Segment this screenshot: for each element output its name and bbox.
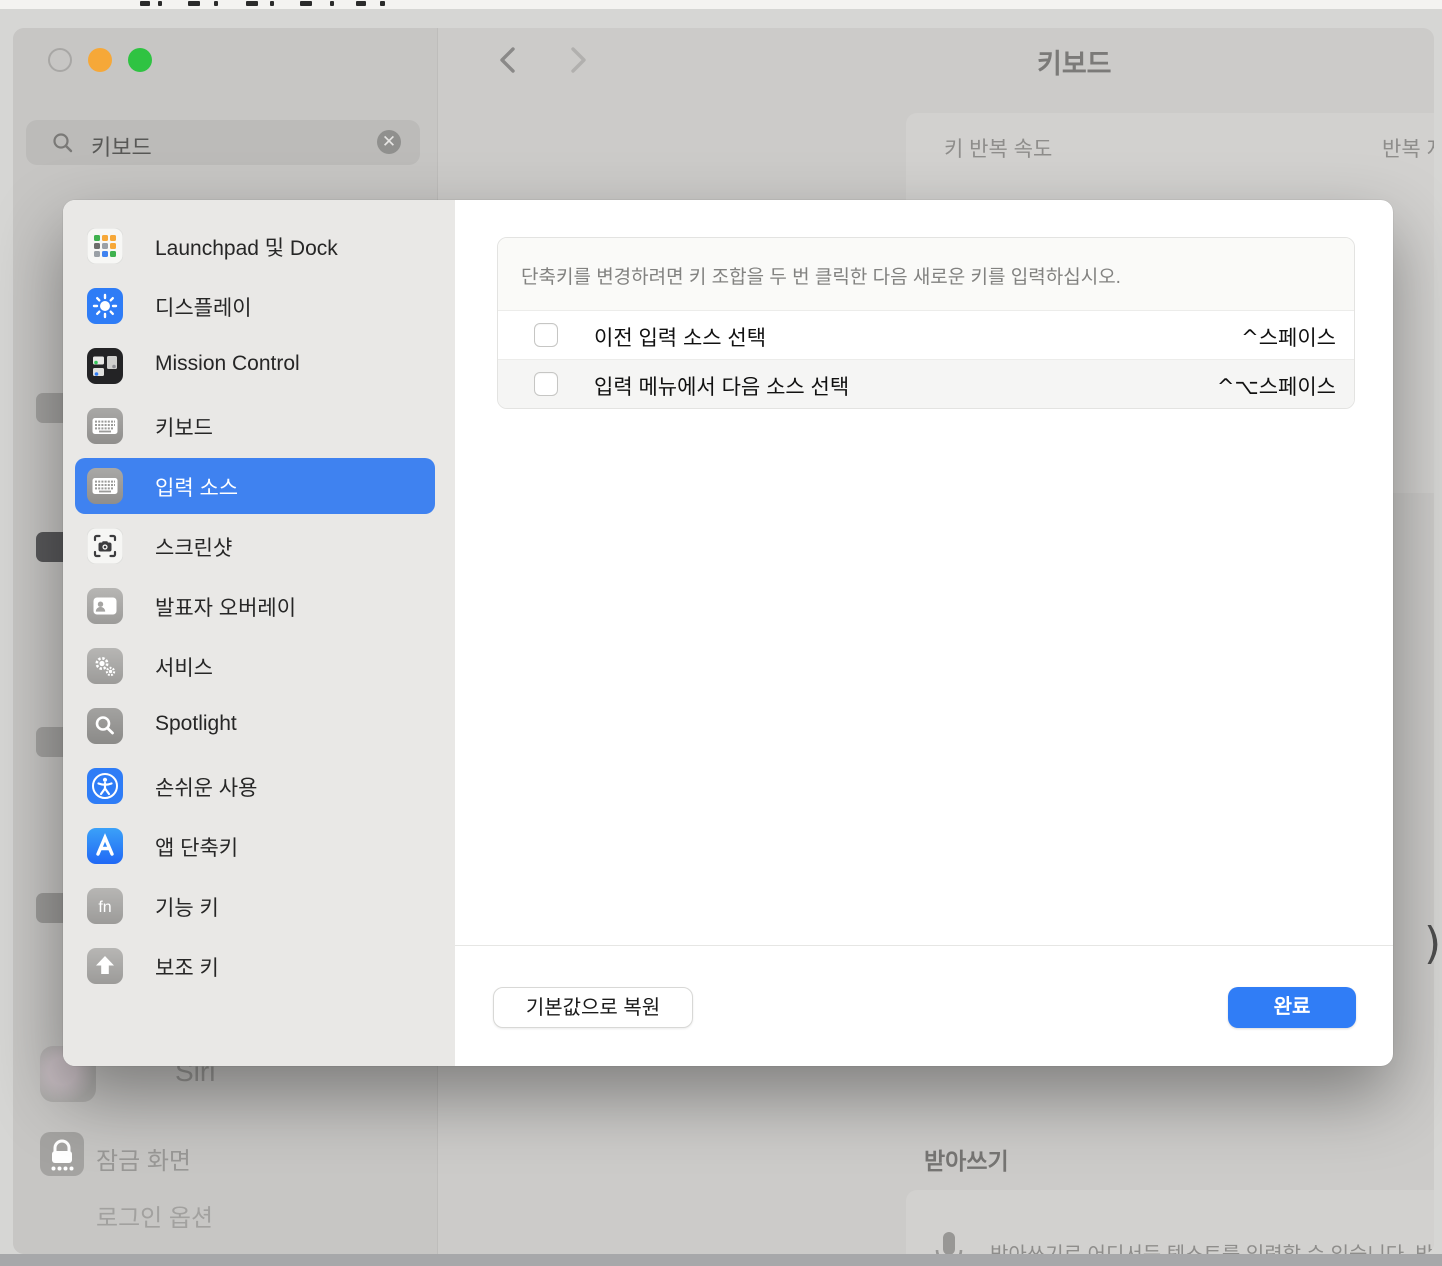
cutoff-glyph: [246, 1, 258, 6]
sidebar-item-function-keys[interactable]: fn 기능 키: [75, 878, 435, 934]
minimize-button[interactable]: [88, 48, 112, 72]
cutoff-glyph: [188, 1, 200, 6]
zoom-button[interactable]: [128, 48, 152, 72]
footer-divider: [455, 945, 1393, 946]
shortcuts-instruction: 단축키를 변경하려면 키 조합을 두 번 클릭한 다음 새로운 키를 입력하십시…: [521, 262, 1121, 289]
dictation-panel: 받아쓰기로 어디서든 텍스트를 입력할 수 있습니다. 받아쓰기를 시작하려면 …: [906, 1190, 1434, 1254]
cutoff-glyph: [140, 1, 150, 6]
accessibility-icon: [87, 768, 123, 804]
sidebar-item-accessibility[interactable]: 손쉬운 사용: [75, 758, 435, 814]
cutoff-glyph: [158, 1, 162, 6]
svg-text:fn: fn: [98, 899, 111, 916]
sidebar-item-label: Mission Control: [155, 352, 300, 376]
sidebar-item-display[interactable]: 디스플레이: [75, 278, 435, 334]
back-chevron-icon[interactable]: [495, 44, 521, 76]
page-title: 키보드: [1037, 42, 1112, 81]
shortcut-label: 이전 입력 소스 선택: [594, 322, 766, 352]
desktop-strip: [0, 0, 1442, 9]
search-value: 키보드: [91, 130, 152, 162]
sidebar-item-label: 손쉬운 사용: [155, 772, 257, 802]
sidebar-item-app-shortcuts[interactable]: 앱 단축키: [75, 818, 435, 874]
sidebar-item-lock-screen[interactable]: 잠금 화면: [96, 1141, 191, 1176]
restore-defaults-button[interactable]: 기본값으로 복원: [493, 987, 693, 1028]
spotlight-icon: [87, 708, 123, 744]
shortcut-row[interactable]: 입력 메뉴에서 다음 소스 선택 ^⌥스페이스: [498, 359, 1354, 408]
fn-icon: fn: [87, 888, 123, 924]
launchpad-icon: [87, 228, 123, 264]
sidebar-item-spotlight[interactable]: Spotlight: [75, 698, 435, 754]
keyboard-icon: [87, 468, 123, 504]
sidebar-item-label: 서비스: [155, 652, 213, 682]
shortcuts-instruction-row: 단축키를 변경하려면 키 조합을 두 번 클릭한 다음 새로운 키를 입력하십시…: [498, 238, 1354, 311]
lock-screen-icon: [40, 1132, 84, 1176]
keyboard-icon: [87, 408, 123, 444]
sidebar-item-label: 스크린샷: [155, 532, 232, 562]
shortcut-keys[interactable]: ^스페이스: [1241, 322, 1336, 352]
search-icon: [52, 132, 74, 154]
close-button[interactable]: [48, 48, 72, 72]
microphone-icon: [932, 1230, 966, 1254]
sidebar-item-label: 앱 단축키: [155, 832, 238, 862]
sidebar-item-mission-control[interactable]: Mission Control: [75, 338, 435, 394]
sidebar-item-label: 기능 키: [155, 892, 219, 922]
modifier-keys-icon: [87, 948, 123, 984]
sidebar-item-label: 디스플레이: [155, 292, 252, 322]
sidebar-item-label: Launchpad 및 Dock: [155, 232, 338, 262]
cutoff-glyph: [380, 1, 385, 6]
sidebar-item-label: Spotlight: [155, 712, 237, 736]
app-shortcuts-icon: [87, 828, 123, 864]
done-button[interactable]: 완료: [1228, 987, 1356, 1028]
repeat-delay-label: 반복 지연 시간: [1382, 133, 1434, 163]
mission-control-icon: [87, 348, 123, 384]
cutoff-glyph: [330, 1, 334, 6]
sidebar-item-screenshots[interactable]: 스크린샷: [75, 518, 435, 574]
sidebar-item-presenter-overlay[interactable]: 발표자 오버레이: [75, 578, 435, 634]
sidebar-item-login-options[interactable]: 로그인 옵션: [96, 1198, 213, 1233]
cutoff-glyph: [270, 1, 274, 6]
cutoff-glyph: [356, 1, 366, 6]
cutoff-glyph: [214, 1, 218, 6]
sidebar-item-services[interactable]: 서비스: [75, 638, 435, 694]
key-repeat-label: 키 반복 속도: [944, 133, 1052, 163]
sidebar-item-label: 보조 키: [155, 952, 219, 982]
sidebar-item-launchpad-dock[interactable]: Launchpad 및 Dock: [75, 218, 435, 274]
search-input[interactable]: 키보드 ✕: [26, 120, 420, 165]
sidebar-item-keyboard[interactable]: 키보드: [75, 398, 435, 454]
forward-chevron-icon[interactable]: [565, 44, 591, 76]
shortcut-keys[interactable]: ^⌥스페이스: [1217, 371, 1336, 401]
shortcuts-sidebar: Launchpad 및 Dock 디스플레이: [63, 200, 455, 1066]
shortcut-checkbox[interactable]: [534, 323, 558, 347]
shortcut-label: 입력 메뉴에서 다음 소스 선택: [594, 371, 849, 401]
sidebar-item-input-sources[interactable]: 입력 소스: [75, 458, 435, 514]
presenter-overlay-icon: [87, 588, 123, 624]
dictation-description-line1: 받아쓰기로 어디서든 텍스트를 입력할 수 있습니다. 받아쓰기를 시작하려면 …: [990, 1238, 1434, 1254]
cutoff-glyph: [300, 1, 312, 6]
services-icon: [87, 648, 123, 684]
sidebar-item-label: 발표자 오버레이: [155, 592, 296, 622]
desktop-bottom-strip: [0, 1254, 1442, 1266]
shortcut-checkbox[interactable]: [534, 372, 558, 396]
clear-search-icon[interactable]: ✕: [377, 130, 401, 154]
sidebar-item-modifier-keys[interactable]: 보조 키: [75, 938, 435, 994]
sidebar-item-label: 키보드: [155, 412, 213, 442]
keyboard-shortcuts-dialog: Launchpad 및 Dock 디스플레이: [63, 200, 1393, 1066]
screenshot-icon: [87, 528, 123, 564]
display-icon: [87, 288, 123, 324]
dictation-heading: 받아쓰기: [924, 1142, 1009, 1176]
shortcuts-panel: 단축키를 변경하려면 키 조합을 두 번 클릭한 다음 새로운 키를 입력하십시…: [497, 237, 1355, 409]
shortcut-row[interactable]: 이전 입력 소스 선택 ^스페이스: [498, 311, 1354, 359]
cutoff-paren-glyph: ): [1424, 918, 1441, 969]
sidebar-item-label: 입력 소스: [155, 472, 238, 502]
